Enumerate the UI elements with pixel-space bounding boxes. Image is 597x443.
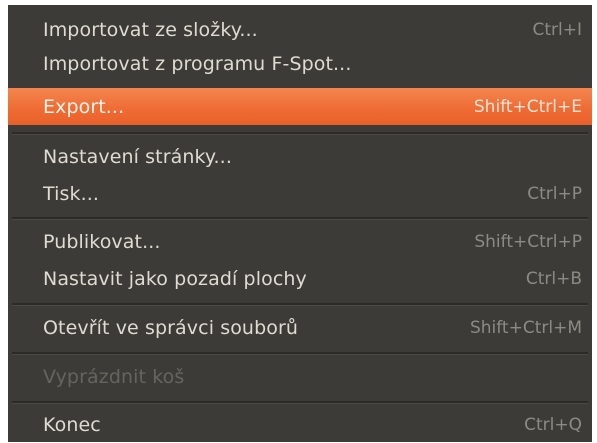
menu-separator bbox=[12, 132, 588, 135]
menu-item-label: Tisk... bbox=[43, 183, 100, 205]
menu-item-label: Nastavit jako pozadí plochy bbox=[43, 268, 307, 290]
menu-item-page-setup[interactable]: Nastavení stránky... bbox=[8, 140, 592, 174]
menu-item-set-as-wallpaper[interactable]: Nastavit jako pozadí plochy Ctrl+B bbox=[8, 262, 592, 296]
menu-item-label: Vyprázdnit koš bbox=[43, 366, 185, 388]
menu-item-import-from-folder[interactable]: Importovat ze složky... Ctrl+I bbox=[8, 13, 592, 47]
menu-item-import-from-fspot[interactable]: Importovat z programu F-Spot... bbox=[8, 47, 592, 81]
menu-separator bbox=[12, 352, 588, 355]
menu-item-label: Nastavení stránky... bbox=[43, 146, 232, 168]
menu-item-label: Importovat z programu F-Spot... bbox=[43, 53, 352, 75]
menu-item-shortcut: Ctrl+I bbox=[532, 20, 582, 40]
menu-separator bbox=[12, 401, 588, 404]
file-menu: Importovat ze složky... Ctrl+I Importova… bbox=[8, 5, 592, 442]
menu-item-quit[interactable]: Konec Ctrl+Q bbox=[8, 408, 592, 442]
menu-separator bbox=[12, 303, 588, 306]
menu-item-shortcut: Shift+Ctrl+P bbox=[474, 232, 582, 252]
menu-item-shortcut: Ctrl+P bbox=[527, 184, 582, 204]
menu-item-shortcut: Ctrl+Q bbox=[524, 415, 582, 435]
menu-item-publish[interactable]: Publikovat... Shift+Ctrl+P bbox=[8, 225, 592, 259]
menu-separator bbox=[12, 217, 588, 220]
menu-item-label: Importovat ze složky... bbox=[43, 19, 258, 41]
menu-item-open-in-file-manager[interactable]: Otevřít ve správci souborů Shift+Ctrl+M bbox=[8, 311, 592, 345]
menu-item-empty-trash: Vyprázdnit koš bbox=[8, 360, 592, 394]
menu-item-label: Publikovat... bbox=[43, 231, 161, 253]
menu-item-export[interactable]: Export... Shift+Ctrl+E bbox=[8, 88, 592, 125]
menu-item-print[interactable]: Tisk... Ctrl+P bbox=[8, 177, 592, 211]
menu-item-label: Konec bbox=[43, 414, 101, 436]
menu-item-shortcut: Shift+Ctrl+E bbox=[473, 96, 582, 117]
menu-item-shortcut: Shift+Ctrl+M bbox=[469, 318, 582, 338]
menu-item-shortcut: Ctrl+B bbox=[525, 269, 582, 289]
menu-item-label: Otevřít ve správci souborů bbox=[43, 317, 299, 339]
menu-item-label: Export... bbox=[43, 95, 125, 118]
